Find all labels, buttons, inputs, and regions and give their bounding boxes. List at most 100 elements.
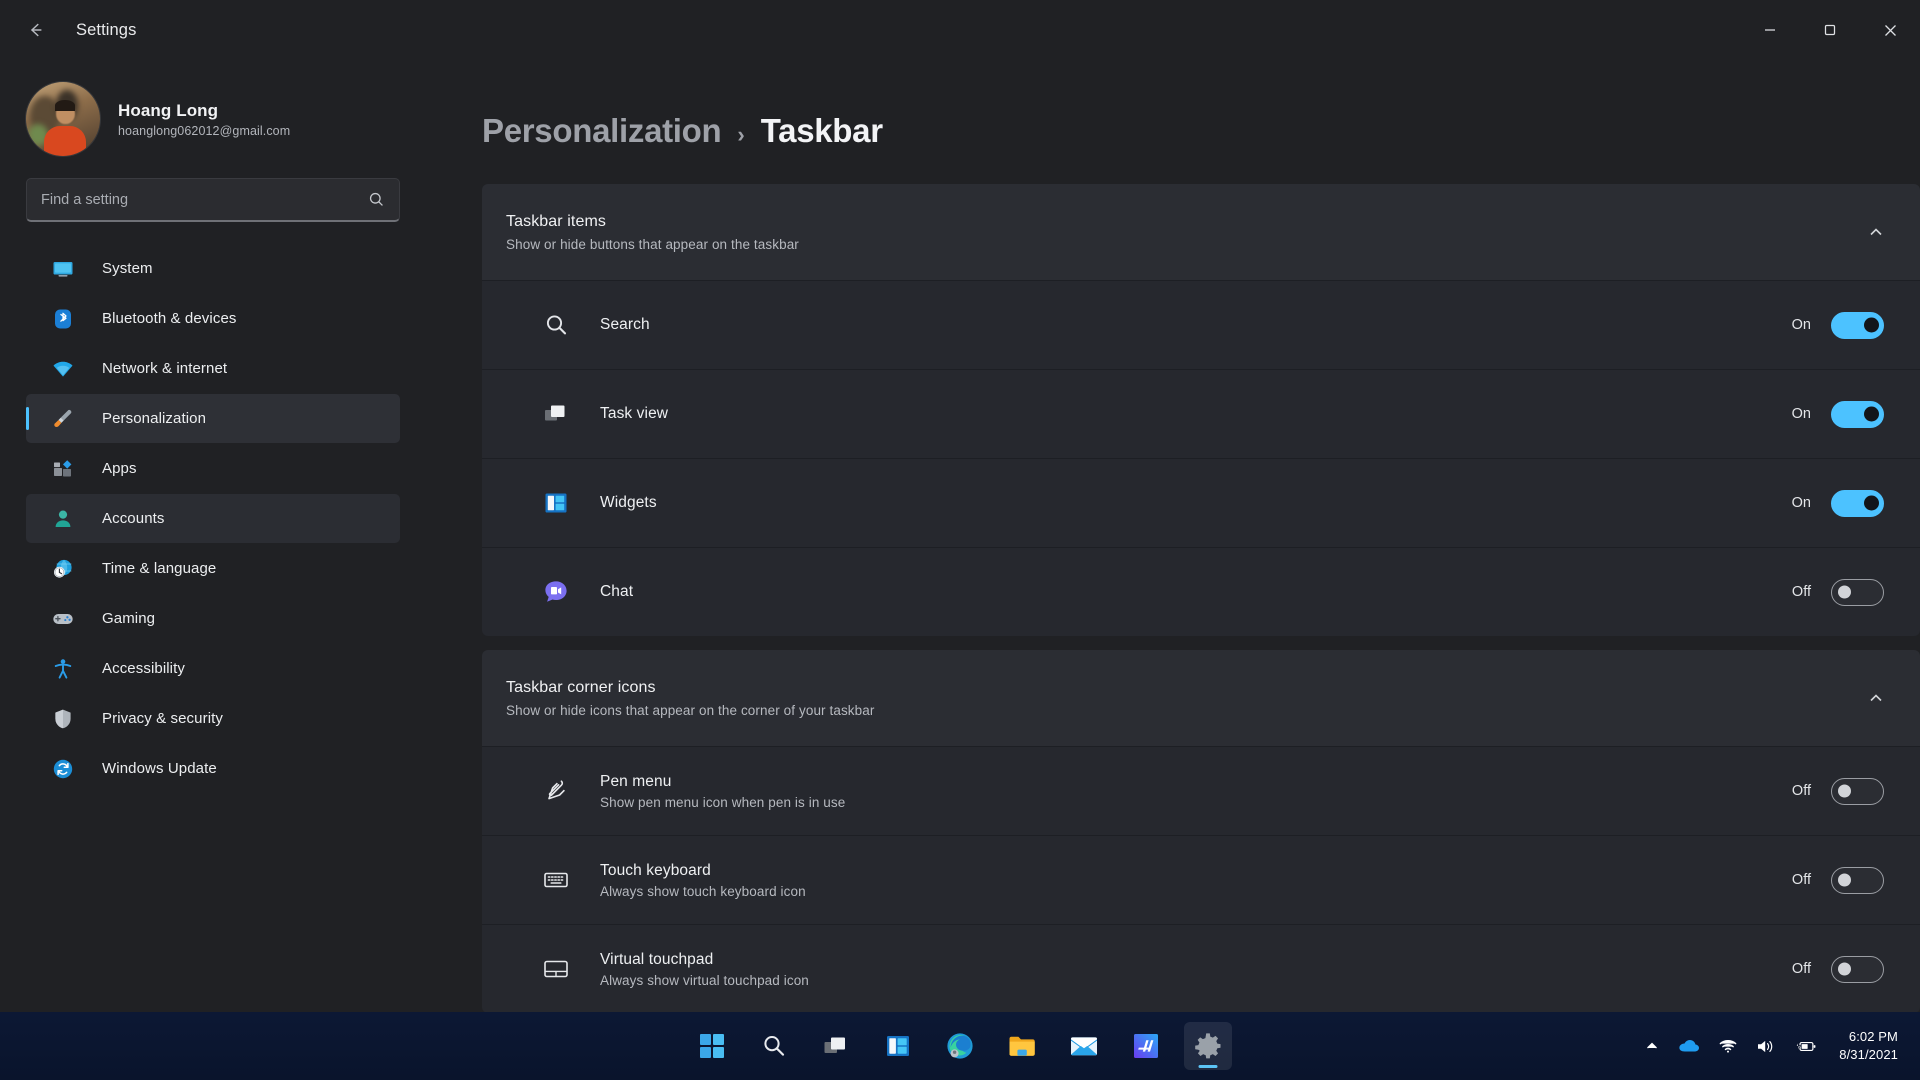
sidebar-item-network-internet[interactable]: Network & internet	[26, 344, 400, 393]
maximize-button[interactable]	[1800, 0, 1860, 60]
chat-icon	[542, 578, 570, 606]
sidebar-item-label: Privacy & security	[102, 710, 223, 727]
search-box[interactable]	[26, 178, 400, 222]
setting-row-pen-menu[interactable]: Pen menu Show pen menu icon when pen is i…	[482, 746, 1920, 835]
sidebar-nav: System Bluetooth & devices Network & inter…	[0, 244, 426, 794]
clock-time: 6:02 PM	[1848, 1029, 1898, 1045]
taskbar-widgets-icon[interactable]	[874, 1022, 922, 1070]
user-profile[interactable]: Hoang Long hoanglong062012@gmail.com	[0, 70, 426, 174]
taskbar-clock[interactable]: 6:02 PM 8/31/2021	[1827, 1022, 1906, 1070]
minimize-button[interactable]	[1740, 0, 1800, 60]
taskbar-file-explorer-icon[interactable]	[998, 1022, 1046, 1070]
settings-cards: Taskbar items Show or hide buttons that a…	[426, 184, 1920, 1013]
close-icon	[1884, 24, 1896, 36]
section-header-taskbar-corner-icons[interactable]: Taskbar corner icons Show or hide icons t…	[482, 650, 1920, 746]
section-title: Taskbar items	[506, 212, 606, 230]
sidebar-item-label: Apps	[102, 460, 137, 477]
sidebar-item-bluetooth-devices[interactable]: Bluetooth & devices	[26, 294, 400, 343]
tray-chevron-up-icon[interactable]	[1635, 1022, 1669, 1070]
monitor-icon	[52, 258, 74, 280]
sidebar-item-windows-update[interactable]: Windows Update	[26, 744, 400, 793]
apps-icon	[52, 458, 74, 480]
sidebar-item-personalization[interactable]: Personalization	[26, 394, 400, 443]
toggle-switch[interactable]	[1831, 311, 1884, 339]
setting-label: Task view	[600, 405, 669, 422]
sidebar-item-time-language[interactable]: Time & language	[26, 544, 400, 593]
sidebar-item-label: Personalization	[102, 410, 207, 427]
setting-row-search[interactable]: Search On	[482, 280, 1920, 369]
system-tray: 6:02 PM 8/31/2021	[1635, 1022, 1920, 1070]
breadcrumb-separator-icon: ›	[737, 122, 745, 147]
setting-row-chat[interactable]: Chat Off	[482, 547, 1920, 636]
chevron-up-icon[interactable]	[1868, 690, 1884, 706]
section-header-taskbar-items[interactable]: Taskbar items Show or hide buttons that a…	[482, 184, 1920, 280]
sidebar-item-label: Accessibility	[102, 660, 185, 677]
sidebar-item-apps[interactable]: Apps	[26, 444, 400, 493]
minimize-icon	[1765, 29, 1775, 31]
taskbar-start-icon[interactable]	[688, 1022, 736, 1070]
sidebar-item-label: Bluetooth & devices	[102, 310, 237, 327]
sidebar-item-label: Accounts	[102, 510, 165, 527]
sidebar-item-label: Network & internet	[102, 360, 228, 377]
windows-taskbar: 6:02 PM 8/31/2021	[0, 1012, 1920, 1080]
sidebar-item-system[interactable]: System	[26, 244, 400, 293]
setting-description: Show pen menu icon when pen is in use	[600, 794, 846, 810]
back-arrow-icon	[30, 23, 42, 37]
body: Hoang Long hoanglong062012@gmail.com Sys…	[0, 60, 1920, 1080]
section-subtitle: Show or hide buttons that appear on the …	[506, 236, 799, 252]
taskbar-store-icon[interactable]	[1122, 1022, 1170, 1070]
setting-row-widgets[interactable]: Widgets On	[482, 458, 1920, 547]
sidebar-item-accounts[interactable]: Accounts	[26, 494, 400, 543]
toggle-state-label: Off	[1791, 783, 1811, 799]
search-icon	[369, 192, 383, 206]
setting-label: Chat	[600, 583, 634, 600]
taskbar-edge-icon[interactable]	[936, 1022, 984, 1070]
search-input[interactable]	[41, 191, 368, 208]
setting-row-virtual-touchpad[interactable]: Virtual touchpad Always show virtual touc…	[482, 924, 1920, 1013]
setting-label: Touch keyboard	[600, 861, 711, 879]
sidebar-item-privacy-security[interactable]: Privacy & security	[26, 694, 400, 743]
sidebar-item-label: Windows Update	[102, 760, 217, 777]
setting-label: Widgets	[600, 494, 657, 511]
search-icon	[542, 311, 570, 339]
setting-row-touch-keyboard[interactable]: Touch keyboard Always show touch keyboard…	[482, 835, 1920, 924]
setting-row-task-view[interactable]: Task view On	[482, 369, 1920, 458]
main-content: Personalization › Taskbar Taskbar items S…	[426, 60, 1920, 1080]
taskbar-mail-icon[interactable]	[1060, 1022, 1108, 1070]
page-title: Taskbar	[760, 112, 883, 149]
toggle-state-label: On	[1791, 495, 1811, 511]
breadcrumb-parent[interactable]: Personalization	[482, 112, 722, 150]
shield-icon	[52, 708, 74, 730]
update-icon	[52, 758, 74, 780]
taskbar-taskview-icon[interactable]	[812, 1022, 860, 1070]
tray-volume-icon[interactable]	[1747, 1022, 1785, 1070]
toggle-state-label: Off	[1791, 961, 1811, 977]
sidebar-item-label: Gaming	[102, 610, 156, 627]
sidebar-item-accessibility[interactable]: Accessibility	[26, 644, 400, 693]
profile-email: hoanglong062012@gmail.com	[118, 123, 291, 138]
sidebar-item-gaming[interactable]: Gaming	[26, 594, 400, 643]
chevron-up-icon[interactable]	[1868, 224, 1884, 240]
toggle-state-label: On	[1791, 317, 1811, 333]
tray-battery-icon[interactable]	[1785, 1022, 1827, 1070]
person-icon	[52, 508, 74, 530]
toggle-switch[interactable]	[1831, 777, 1884, 805]
taskbar-search-icon[interactable]	[750, 1022, 798, 1070]
toggle-switch[interactable]	[1831, 578, 1884, 606]
setting-description: Always show touch keyboard icon	[600, 883, 806, 899]
back-button[interactable]	[14, 10, 58, 50]
toggle-switch[interactable]	[1831, 866, 1884, 894]
taskbar-settings-icon[interactable]	[1184, 1022, 1232, 1070]
wifi-icon	[52, 358, 74, 380]
keyboard-icon	[542, 866, 570, 894]
toggle-switch[interactable]	[1831, 400, 1884, 428]
avatar	[26, 82, 100, 156]
tray-wifi-icon[interactable]	[1709, 1022, 1747, 1070]
accessibility-icon	[52, 658, 74, 680]
toggle-switch[interactable]	[1831, 955, 1884, 983]
tray-onedrive-icon[interactable]	[1669, 1022, 1709, 1070]
close-button[interactable]	[1860, 0, 1920, 60]
toggle-switch[interactable]	[1831, 489, 1884, 517]
window-controls	[1740, 0, 1920, 60]
setting-label: Search	[600, 316, 650, 333]
